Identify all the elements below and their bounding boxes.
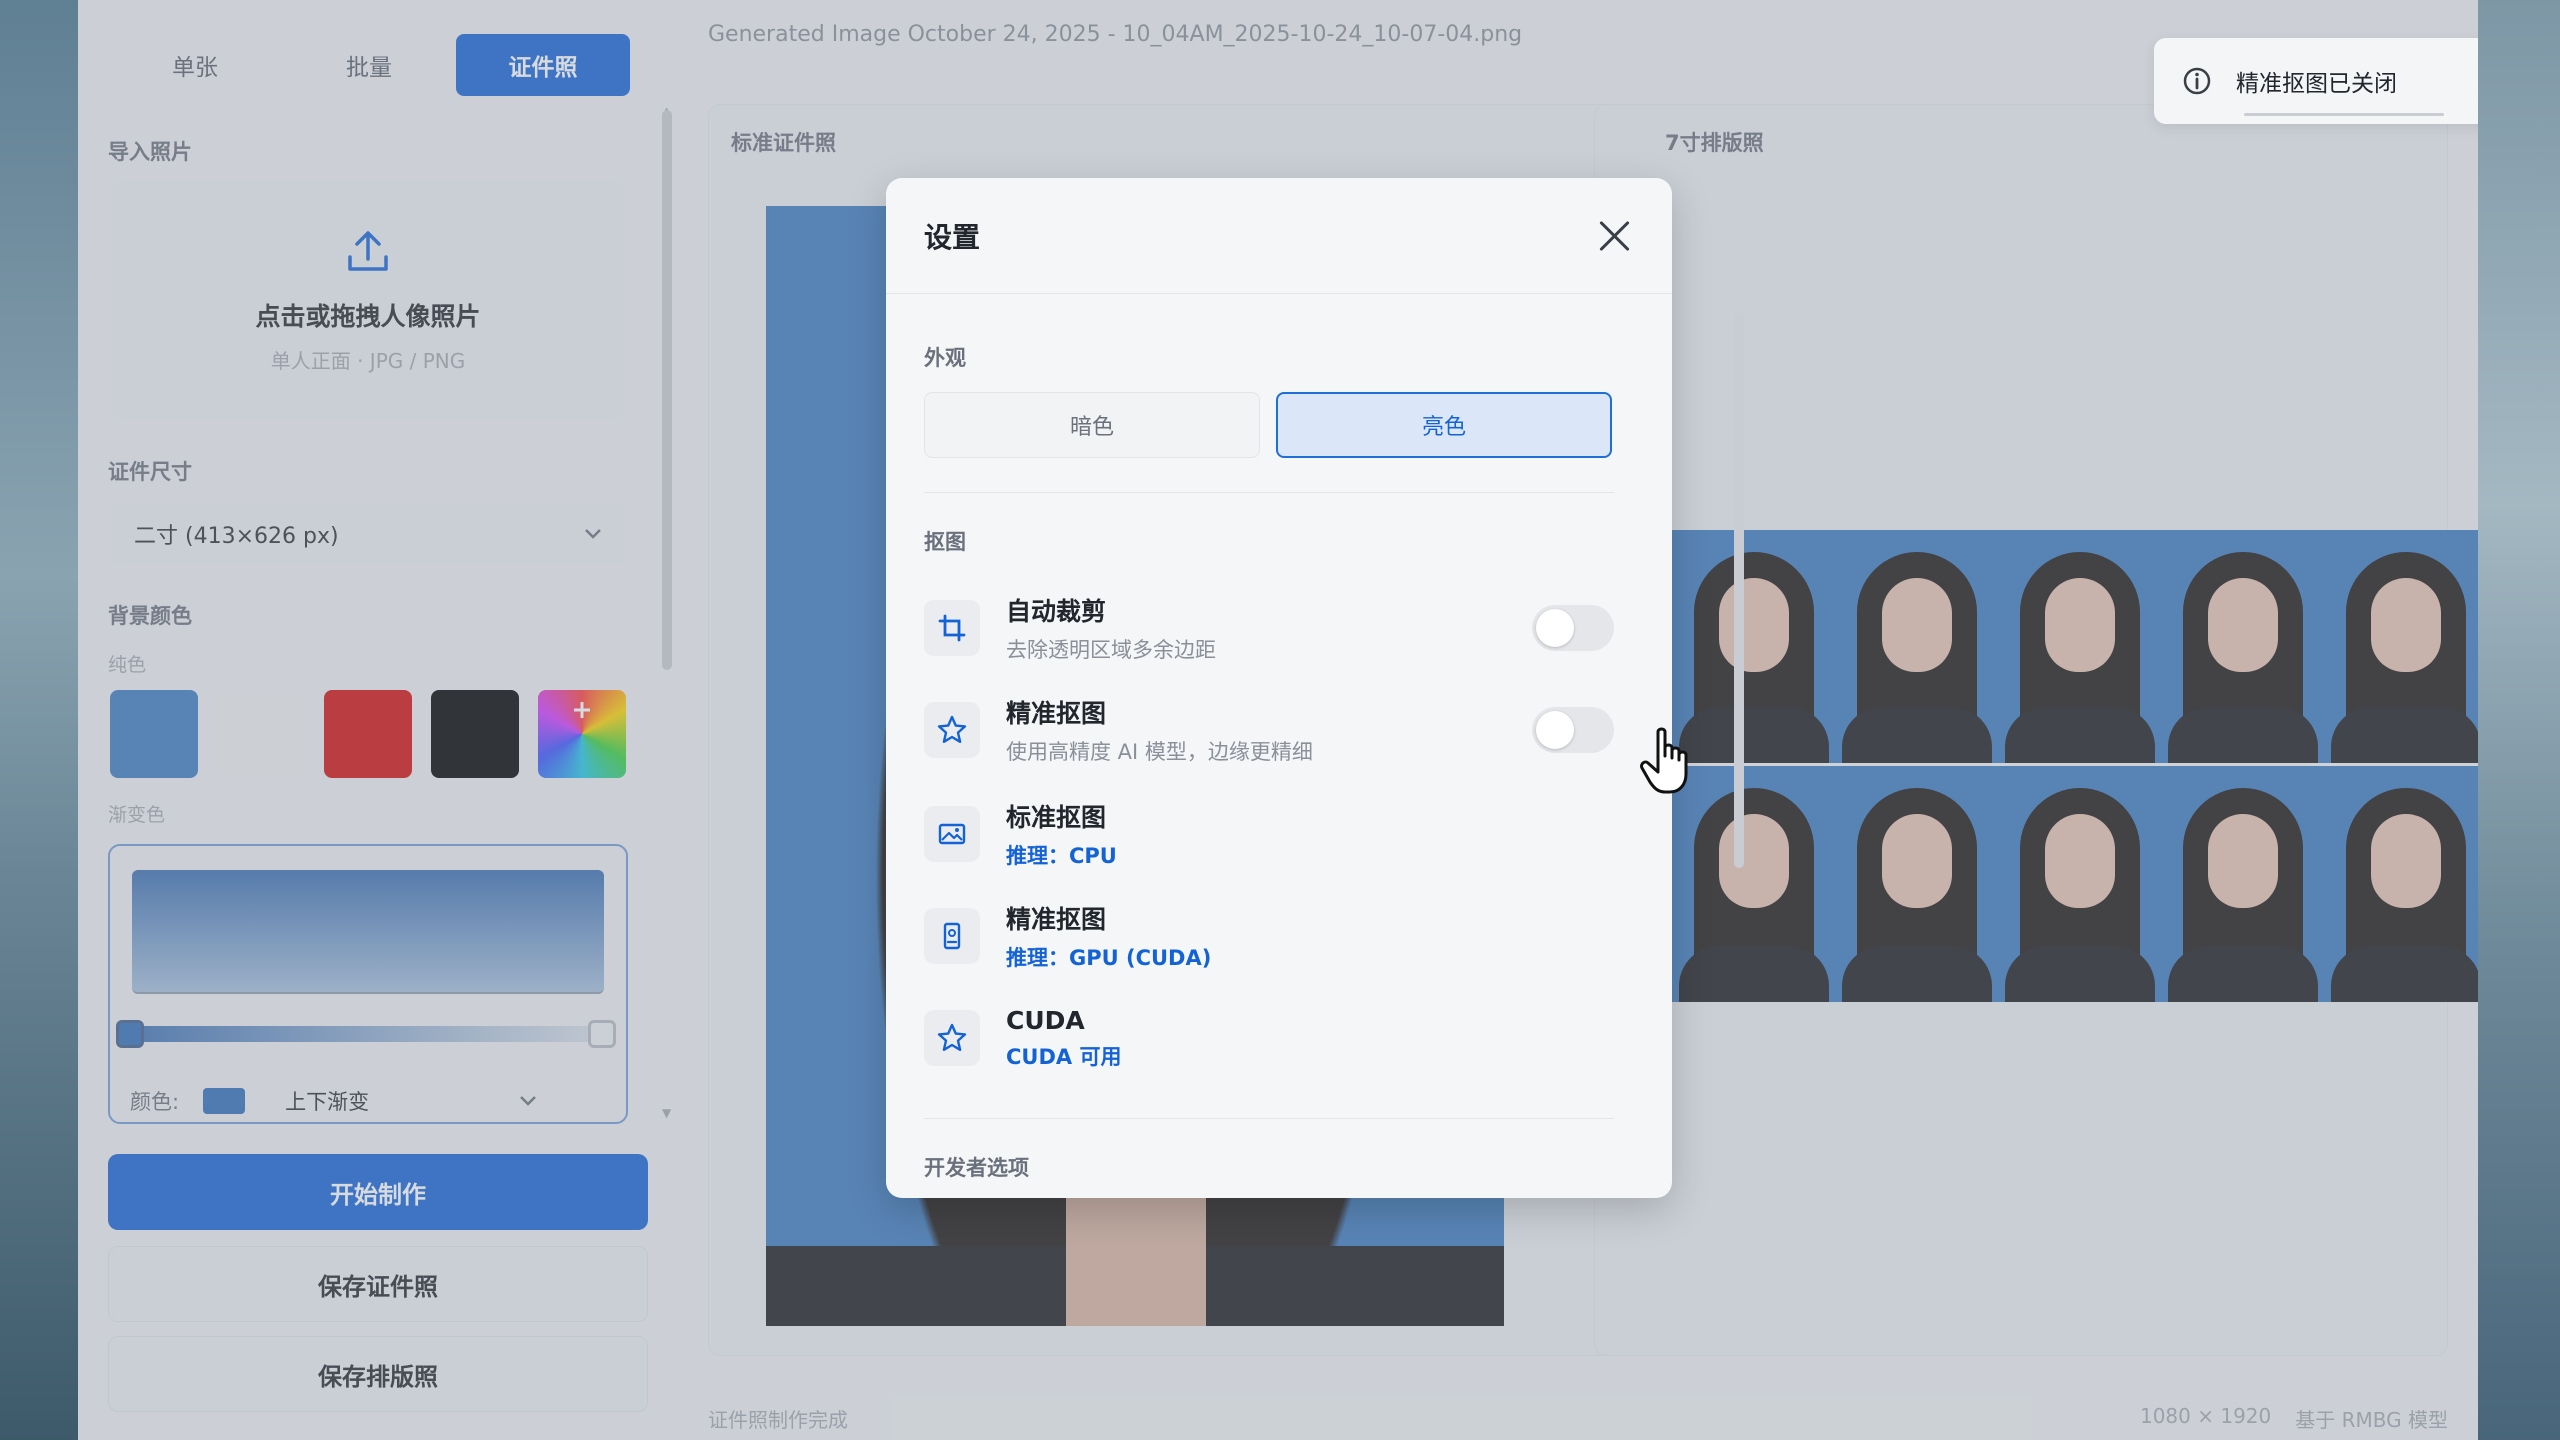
setting-title: 标准抠图 (1006, 803, 1107, 832)
dialog-header: 设置 (886, 178, 1672, 294)
theme-dark-button[interactable]: 暗色 (924, 392, 1260, 458)
toast-progress (2244, 113, 2444, 116)
star-icon (924, 702, 980, 758)
precise-matting-toggle[interactable] (1532, 707, 1614, 753)
setting-title: 精准抠图 (1006, 699, 1107, 728)
inference-device: 推理：CPU (1006, 844, 1117, 868)
desktop-background-left (0, 0, 78, 1440)
info-precise-matting: 精准抠图 推理：GPU (CUDA) (924, 896, 1614, 976)
crop-icon (924, 600, 980, 656)
setting-title: 精准抠图 (1006, 905, 1107, 934)
theme-light-button[interactable]: 亮色 (1276, 392, 1612, 458)
dialog-title: 设置 (924, 220, 981, 254)
info-icon (2183, 67, 2211, 95)
toast-text: 精准抠图已关闭 (2236, 71, 2397, 97)
inference-device: 推理：GPU (CUDA) (1006, 946, 1212, 970)
image-icon (924, 806, 980, 862)
setting-title: 自动裁剪 (1006, 597, 1107, 626)
developer-options-label: 开发者选项 (924, 1156, 1029, 1180)
theme-selector: 暗色 亮色 (924, 392, 1612, 458)
settings-dialog: 设置 外观 暗色 亮色 抠图 自动裁剪 去除透明区域多余边距 精准抠图 使用高精… (886, 178, 1672, 1198)
info-standard-matting: 标准抠图 推理：CPU (924, 794, 1614, 874)
setting-auto-crop: 自动裁剪 去除透明区域多余边距 (924, 588, 1614, 668)
star-icon (924, 1010, 980, 1066)
toast-notification: 精准抠图已关闭 ✕ (2154, 38, 2478, 124)
close-icon[interactable] (1594, 216, 1634, 256)
app-window: 单张 批量 证件照 导入照片 点击或拖拽人像照片 单人正面 · JPG / PN… (78, 0, 2478, 1440)
setting-description: 去除透明区域多余边距 (1006, 638, 1216, 662)
hand-cursor-icon (1640, 727, 1688, 794)
appearance-label: 外观 (924, 346, 966, 370)
divider (924, 1118, 1614, 1119)
setting-description: 使用高精度 AI 模型，边缘更精细 (1006, 740, 1313, 764)
desktop-background-right (2478, 0, 2560, 1440)
setting-title: CUDA (1006, 1005, 1085, 1035)
id-card-icon (924, 908, 980, 964)
auto-crop-toggle[interactable] (1532, 605, 1614, 651)
divider (924, 492, 1614, 493)
info-cuda: CUDA CUDA 可用 (924, 998, 1614, 1078)
cuda-status: CUDA 可用 (1006, 1044, 1122, 1069)
dialog-scrollbar[interactable] (1734, 314, 1744, 868)
matting-label: 抠图 (924, 530, 966, 554)
setting-precise-matting: 精准抠图 使用高精度 AI 模型，边缘更精细 (924, 690, 1614, 770)
